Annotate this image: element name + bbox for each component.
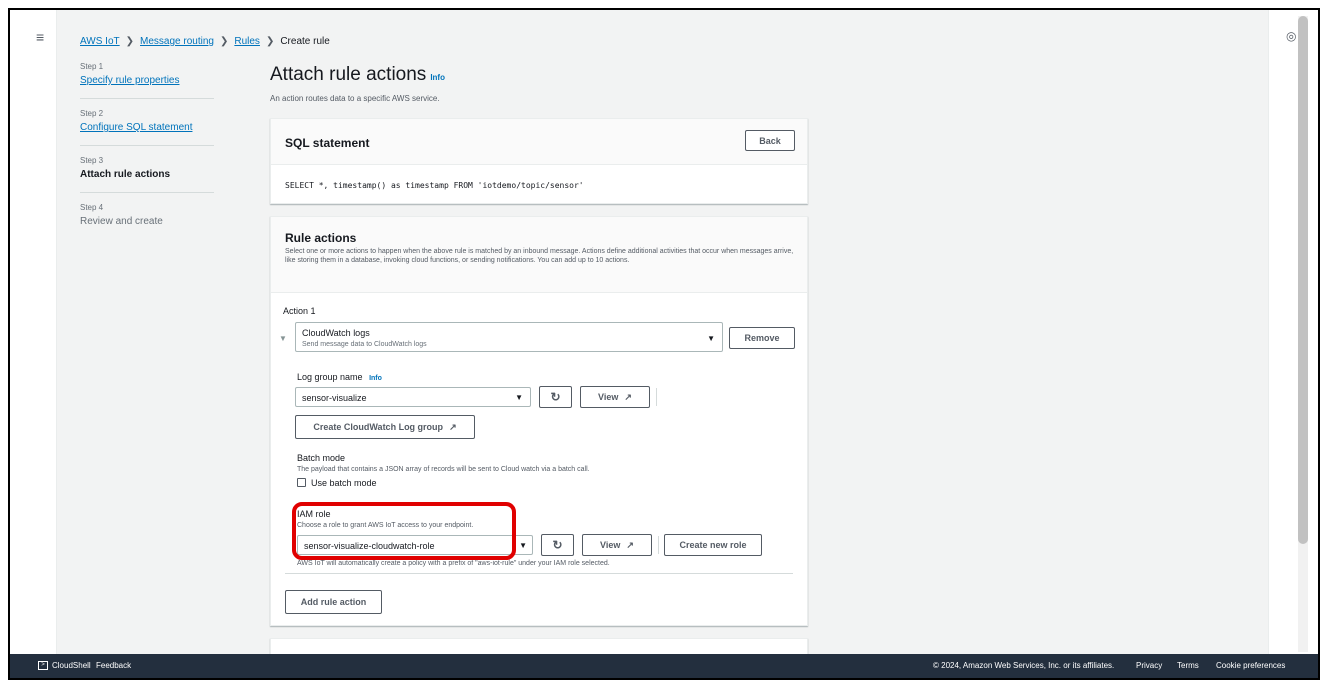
log-group-value: sensor-visualize: [302, 393, 367, 403]
breadcrumb-rules[interactable]: Rules: [234, 36, 260, 47]
log-group-label-text: Log group name: [297, 372, 363, 382]
view-role-button[interactable]: View ↗: [582, 534, 652, 556]
page-description: An action routes data to a specific AWS …: [270, 94, 440, 103]
refresh-icon: ↻: [550, 390, 561, 404]
action-label: Action 1: [283, 306, 316, 316]
refresh-icon: ↻: [552, 538, 563, 552]
terms-link[interactable]: Terms: [1177, 661, 1199, 670]
action-divider: [285, 573, 793, 574]
wizard-step-3: Step 3 Attach rule actions: [80, 156, 214, 193]
create-log-group-button[interactable]: Create CloudWatch Log group ↗: [295, 415, 475, 439]
action-type-desc: Send message data to CloudWatch logs: [302, 341, 427, 348]
dropdown-caret-icon: ▼: [707, 334, 715, 343]
chevron-right-icon: ❯: [219, 36, 229, 47]
toolbar-divider: [656, 388, 657, 406]
add-rule-action-button[interactable]: Add rule action: [285, 590, 382, 614]
dropdown-caret-icon: ▼: [515, 393, 523, 402]
step-number: Step 1: [80, 62, 104, 71]
batch-mode-checkbox-label[interactable]: Use batch mode: [311, 478, 377, 488]
view-role-label: View: [600, 540, 621, 550]
sql-statement-text: SELECT *, timestamp() as timestamp FROM …: [285, 181, 584, 190]
privacy-link[interactable]: Privacy: [1136, 661, 1162, 670]
view-log-group-button[interactable]: View ↗: [580, 386, 650, 408]
breadcrumb-create-rule: Create rule: [280, 36, 330, 47]
wizard-step-2: Step 2 Configure SQL statement: [80, 109, 214, 146]
action-type-value: CloudWatch logs: [302, 328, 370, 338]
cloudshell-icon: >: [38, 661, 48, 670]
chevron-right-icon: ❯: [125, 36, 135, 47]
external-link-icon: ↗: [626, 539, 634, 550]
sql-card-header: SQL statement Back: [271, 119, 807, 165]
step-number: Step 3: [80, 156, 104, 165]
external-link-icon: ↗: [624, 391, 632, 402]
sql-card-title: SQL statement: [285, 136, 370, 150]
rule-actions-description: Select one or more actions to happen whe…: [285, 248, 794, 264]
cloudshell-link[interactable]: > CloudShell: [38, 661, 91, 670]
action-type-select[interactable]: CloudWatch logs Send message data to Clo…: [295, 322, 723, 352]
rule-actions-header: Rule actions Select one or more actions …: [271, 217, 807, 293]
cookie-preferences-link[interactable]: Cookie preferences: [1216, 661, 1285, 670]
external-link-icon: ↗: [449, 421, 457, 432]
remove-button[interactable]: Remove: [729, 327, 795, 349]
iam-role-note: AWS IoT will automatically create a poli…: [297, 560, 610, 567]
breadcrumb-message-routing[interactable]: Message routing: [140, 36, 214, 47]
batch-mode-description: The payload that contains a JSON array o…: [297, 466, 590, 473]
breadcrumb: AWS IoT ❯ Message routing ❯ Rules ❯ Crea…: [80, 36, 330, 47]
refresh-roles-button[interactable]: ↻: [541, 534, 574, 556]
console-footer: > CloudShell Feedback © 2024, Amazon Web…: [10, 654, 1318, 678]
wizard-step-4: Step 4 Review and create: [80, 203, 214, 239]
chevron-right-icon: ❯: [265, 36, 275, 47]
wizard-steps: Step 1 Specify rule properties Step 2 Co…: [80, 62, 214, 249]
cloudshell-label: CloudShell: [52, 661, 91, 670]
view-log-group-label: View: [598, 392, 619, 402]
side-nav-strip: ≡: [10, 10, 57, 654]
page-title-text: Attach rule actions: [270, 64, 427, 85]
menu-icon[interactable]: ≡: [36, 29, 44, 45]
log-group-select[interactable]: sensor-visualize ▼: [295, 387, 531, 407]
right-panel-strip: [1268, 10, 1318, 654]
feedback-link[interactable]: Feedback: [96, 661, 131, 670]
scrollbar-thumb[interactable]: [1298, 16, 1308, 544]
back-button[interactable]: Back: [745, 130, 795, 151]
refresh-log-groups-button[interactable]: ↻: [539, 386, 572, 408]
page-info-link[interactable]: Info: [430, 73, 445, 82]
step-current-attach-actions: Attach rule actions: [80, 169, 171, 180]
toolbar-divider: [658, 536, 659, 554]
create-new-role-button[interactable]: Create new role: [664, 534, 762, 556]
page-title: Attach rule actions Info: [270, 64, 445, 86]
step-link-configure-sql[interactable]: Configure SQL statement: [80, 122, 214, 133]
console-frame: ≡ ◎ AWS IoT ❯ Message routing ❯ Rules ❯ …: [8, 8, 1320, 680]
step-number: Step 4: [80, 203, 104, 212]
log-group-info-link[interactable]: Info: [369, 375, 382, 382]
sql-statement-card: SQL statement Back SELECT *, timestamp()…: [270, 118, 808, 204]
batch-mode-checkbox[interactable]: [297, 478, 306, 487]
dropdown-caret-icon: ▼: [519, 541, 527, 550]
collapse-caret-icon[interactable]: ▼: [279, 334, 287, 343]
settings-icon[interactable]: ◎: [1286, 29, 1296, 43]
batch-mode-label: Batch mode: [297, 453, 346, 463]
copyright-text: © 2024, Amazon Web Services, Inc. or its…: [933, 661, 1115, 670]
step-link-specify-properties[interactable]: Specify rule properties: [80, 75, 214, 86]
step-review-create: Review and create: [80, 216, 163, 227]
create-log-group-label: Create CloudWatch Log group: [313, 422, 444, 432]
highlight-annotation: [292, 502, 516, 560]
rule-actions-title: Rule actions: [285, 231, 357, 245]
wizard-step-1: Step 1 Specify rule properties: [80, 62, 214, 99]
log-group-label: Log group name Info: [297, 372, 382, 382]
breadcrumb-aws-iot[interactable]: AWS IoT: [80, 36, 120, 47]
step-number: Step 2: [80, 109, 104, 118]
